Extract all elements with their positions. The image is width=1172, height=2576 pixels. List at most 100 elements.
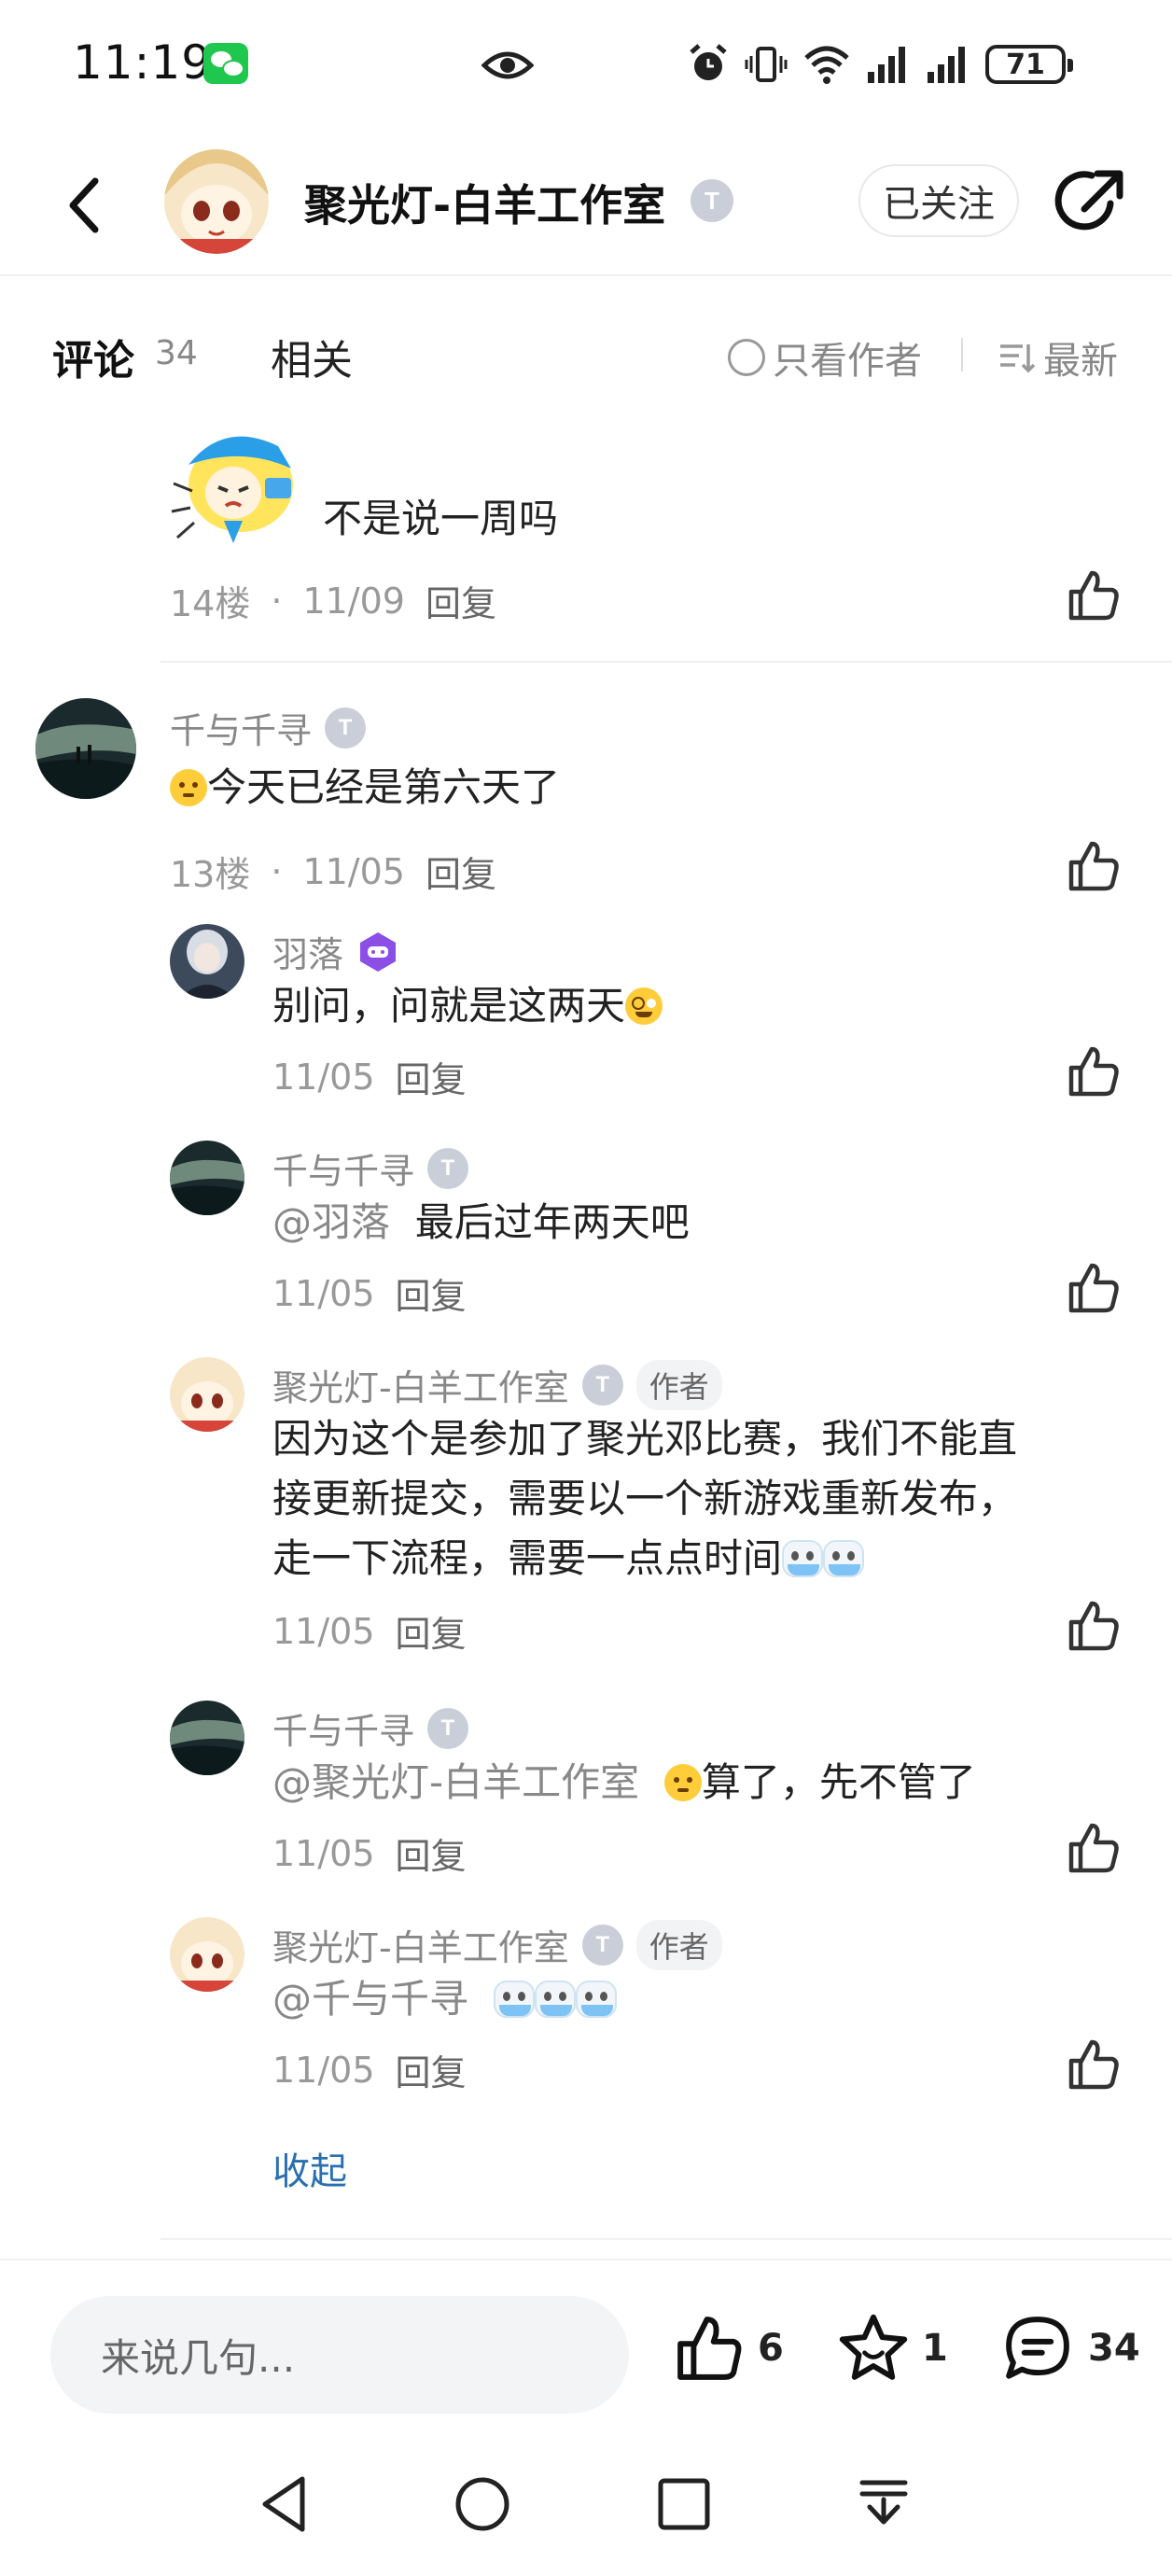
reply-text: @千与千寻 <box>272 1969 617 2029</box>
reply-button[interactable]: 回复 <box>396 1051 467 1102</box>
author-tag: 作者 <box>635 1359 722 1410</box>
author-avatar[interactable] <box>170 1357 244 1432</box>
like-icon <box>677 2317 742 2380</box>
battery-indicator: 71 <box>985 45 1073 84</box>
status-bar: 11:19 71 <box>0 0 1172 131</box>
back-button[interactable] <box>56 168 112 243</box>
reply-button[interactable]: 回复 <box>396 2044 467 2095</box>
reply-text-content: 别问，问就是这两天 <box>272 983 626 1029</box>
reply-username[interactable]: 聚光灯-白羊工作室 T 作者 <box>272 1359 722 1410</box>
reply-text: @聚光灯-白羊工作室 算了，先不管了 <box>272 1753 976 1813</box>
comment-username[interactable]: 千与千寻 T <box>170 702 367 753</box>
share-button[interactable] <box>1054 164 1129 239</box>
chevron-left-icon <box>69 177 99 233</box>
reply-username[interactable]: 千与千寻 T <box>272 1702 469 1754</box>
cry-emoji-icon <box>782 1540 824 1577</box>
cry-emoji-icon <box>493 1981 535 2018</box>
comment-divider <box>160 2238 1172 2240</box>
like-icon[interactable] <box>1064 1258 1123 1318</box>
grin-emoji-icon <box>625 987 663 1025</box>
comment-count: 34 <box>1088 2327 1140 2370</box>
username-label: 千与千寻 <box>170 710 313 751</box>
cry-emoji-icon <box>534 1981 576 2018</box>
author-tag: 作者 <box>635 1919 722 1970</box>
battery-level: 71 <box>1006 48 1045 81</box>
like-icon[interactable] <box>1064 836 1123 896</box>
mention-link[interactable]: @聚光灯-白羊工作室 <box>272 1759 639 1805</box>
reply-meta: 11/05 回复 <box>272 1051 467 1102</box>
comment-meta: 13楼 · 11/05 回复 <box>170 846 496 897</box>
eye-icon <box>481 51 534 79</box>
comment-date: 11/05 <box>272 1272 375 1314</box>
reply-meta: 11/05 回复 <box>272 1605 467 1657</box>
reply-button[interactable]: 回复 <box>396 1267 467 1319</box>
reply-text: 因为这个是参加了聚光邓比赛，我们不能直 接更新提交，需要以一个新游戏重新发布， … <box>272 1409 1017 1589</box>
like-icon[interactable] <box>1064 1042 1123 1101</box>
cry-emoji-icon <box>575 1981 617 2018</box>
user-avatar[interactable] <box>35 698 136 799</box>
author-only-toggle[interactable]: 只看作者 <box>728 330 922 385</box>
level-badge-icon: T <box>691 179 733 222</box>
reply-button[interactable]: 回复 <box>426 575 496 626</box>
reply-text-line-last: 走一下流程，需要一点点时间 <box>272 1529 1017 1589</box>
reply-username[interactable]: 羽落 <box>272 926 399 977</box>
comment-date: 11/05 <box>272 2049 375 2091</box>
comment-action-button[interactable]: 34 <box>1000 2313 1140 2384</box>
system-icons: 71 <box>687 41 1073 88</box>
nav-home-icon[interactable] <box>450 2471 515 2537</box>
like-icon[interactable] <box>1064 1596 1123 1656</box>
author-avatar[interactable] <box>164 149 269 254</box>
author-avatar[interactable] <box>170 1917 244 1992</box>
meta-dot: · <box>271 580 283 622</box>
comment-text-content: 今天已经是第六天了 <box>207 764 561 810</box>
smirk-emoji-icon <box>170 769 207 806</box>
reply-username[interactable]: 千与千寻 T <box>272 1142 469 1194</box>
reply-text-content: 最后过年两天吧 <box>414 1199 690 1245</box>
reply-button[interactable]: 回复 <box>426 846 496 897</box>
user-avatar[interactable] <box>170 924 244 999</box>
comment-input[interactable]: 来说几句... <box>50 2296 629 2414</box>
nav-recents-icon[interactable] <box>651 2471 717 2537</box>
author-name[interactable]: 聚光灯-白羊工作室 <box>304 172 665 233</box>
like-icon[interactable] <box>1064 566 1123 625</box>
like-icon[interactable] <box>1064 2035 1123 2094</box>
signal-icon-2 <box>928 47 965 83</box>
cry-emoji-icon <box>823 1540 865 1577</box>
username-label: 千与千寻 <box>272 1711 415 1752</box>
user-avatar[interactable] <box>170 1701 244 1775</box>
collapse-replies-link[interactable]: 收起 <box>272 2141 347 2195</box>
reply-text: 别问，问就是这两天 <box>272 976 663 1036</box>
mention-link[interactable]: @千与千寻 <box>272 1976 468 2022</box>
like-icon[interactable] <box>1064 1818 1123 1878</box>
author-only-label: 只看作者 <box>773 340 922 383</box>
follow-button[interactable]: 已关注 <box>858 164 1019 237</box>
level-badge-icon: T <box>581 1924 623 1966</box>
tab-related[interactable]: 相关 <box>271 327 353 386</box>
game-badge-icon <box>360 931 397 972</box>
level-badge-icon: T <box>325 707 367 749</box>
sort-button[interactable]: 最新 <box>998 330 1118 385</box>
reply-button[interactable]: 回复 <box>396 1827 467 1879</box>
comment-tabs: 评论 34 相关 只看作者 最新 <box>0 278 1172 427</box>
favorite-action-button[interactable]: 1 <box>838 2313 948 2384</box>
reply-text: @羽落 最后过年两天吧 <box>272 1193 690 1253</box>
tab-comments-label: 评论 <box>52 337 134 385</box>
nav-back-icon[interactable] <box>252 2471 317 2537</box>
reply-text-content: 走一下流程，需要一点点时间 <box>272 1535 783 1581</box>
like-action-button[interactable]: 6 <box>674 2313 784 2384</box>
star-icon <box>839 2314 908 2380</box>
reply-meta: 11/05 回复 <box>272 1267 467 1319</box>
comment-bubble-icon <box>1006 2317 1069 2379</box>
radio-circle-icon <box>728 339 765 376</box>
user-avatar[interactable] <box>170 1141 244 1215</box>
reply-text-line: 接更新提交，需要以一个新游戏重新发布， <box>272 1476 1018 1521</box>
nav-hide-keyboard-icon[interactable] <box>851 2471 916 2537</box>
reply-button[interactable]: 回复 <box>396 1605 467 1657</box>
tab-comments[interactable]: 评论 <box>52 327 134 390</box>
sort-icon <box>1000 344 1036 373</box>
comment-divider <box>160 661 1172 663</box>
smirk-emoji-icon <box>663 1764 702 1801</box>
like-count: 6 <box>758 2327 784 2370</box>
mention-link[interactable]: @羽落 <box>272 1199 390 1245</box>
reply-username[interactable]: 聚光灯-白羊工作室 T 作者 <box>272 1919 722 1970</box>
